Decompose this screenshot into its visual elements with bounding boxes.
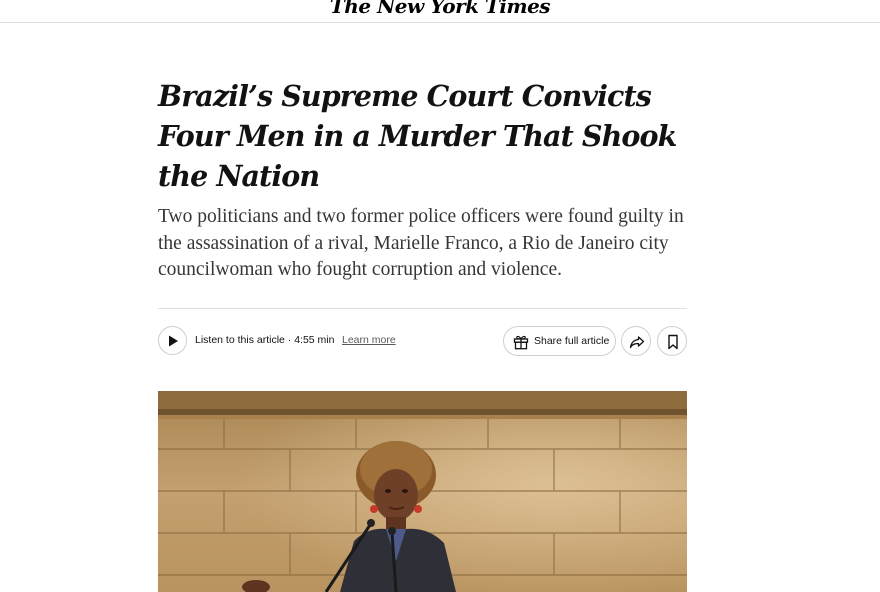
nyt-logo[interactable]: The New York Times: [0, 0, 880, 20]
article-headline: Brazil’s Supreme Court Convicts Four Men…: [158, 79, 677, 193]
bookmark-icon: [668, 334, 678, 350]
share-button[interactable]: [621, 326, 651, 356]
play-icon: [169, 335, 178, 347]
learn-more-link[interactable]: Learn more: [342, 334, 396, 346]
play-audio-button[interactable]: [158, 326, 187, 355]
photo-image: [158, 391, 687, 592]
share-full-article-button[interactable]: Share full article: [503, 326, 616, 356]
share-label: Share full article: [534, 335, 610, 347]
save-bookmark-button[interactable]: [657, 326, 687, 356]
share-forward-icon: [629, 336, 645, 349]
gift-icon: [513, 335, 529, 350]
masthead: The New York Times: [0, 0, 880, 23]
article-photo: [158, 391, 687, 592]
article-summary: Two politicians and two former police of…: [158, 206, 684, 280]
divider: [158, 308, 687, 309]
listen-label: Listen to this article · 4:55 min: [195, 334, 335, 346]
